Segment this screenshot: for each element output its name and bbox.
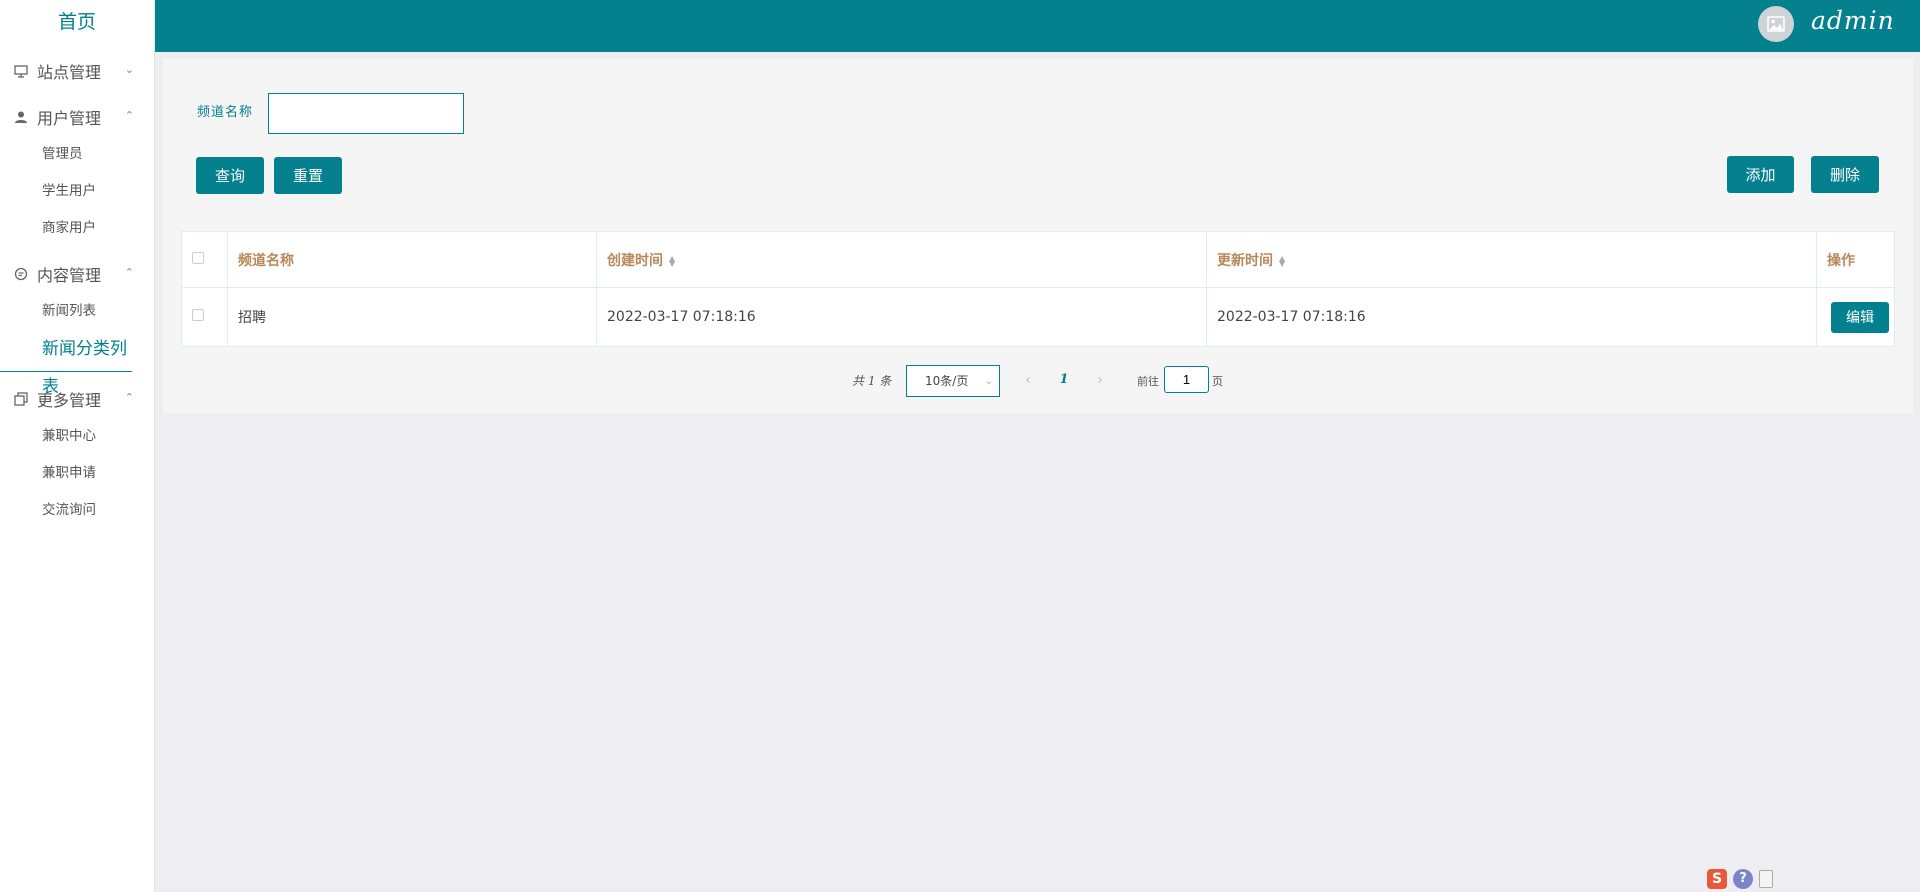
menu-group-more: 更多管理 ⌃ 兼职中心 兼职申请 交流询问 (0, 380, 154, 529)
column-header-updated[interactable]: 更新时间 ▲ ▼ (1206, 231, 1817, 288)
delete-button[interactable]: 删除 (1811, 156, 1879, 193)
chat-icon (13, 266, 29, 282)
menu-site-management-label: 站点管理 (37, 63, 102, 82)
sidebar-item-merchant-users[interactable]: 商家用户 (0, 210, 154, 247)
column-header-updated-label: 更新时间 (1217, 252, 1273, 269)
page-jump-input[interactable] (1164, 366, 1209, 393)
sidebar-item-news-category-list[interactable]: 新闻分类列表 (0, 330, 132, 397)
monitor-icon (13, 63, 29, 79)
home-link[interactable]: 首页 (0, 0, 154, 44)
menu-more-management-label: 更多管理 (37, 391, 102, 410)
sidebar-item-part-time-application[interactable]: 兼职申请 (0, 455, 154, 492)
sort-icon[interactable]: ▲ ▼ (1279, 254, 1285, 267)
column-header-actions: 操作 (1816, 231, 1895, 288)
chevron-up-icon: ⌃ (124, 109, 134, 122)
add-button[interactable]: 添加 (1727, 156, 1794, 193)
menu-more-management[interactable]: 更多管理 ⌃ (0, 380, 154, 418)
prev-page-button[interactable]: ‹ (1014, 366, 1042, 394)
next-page-button[interactable]: › (1086, 366, 1114, 394)
edit-button[interactable]: 编辑 (1831, 301, 1889, 333)
chevron-down-icon: ⌄ (124, 63, 134, 76)
chevron-left-icon: ‹ (1025, 372, 1031, 388)
top-header (155, 0, 1920, 52)
search-label: 频道名称 (197, 105, 254, 120)
page-size-value: 10条/页 (925, 374, 969, 388)
menu-content-management-label: 内容管理 (37, 266, 102, 285)
page-number[interactable]: 1 (1050, 366, 1078, 394)
select-all-checkbox[interactable] (192, 251, 204, 264)
menu-group-content: 内容管理 ⌃ 新闻列表 新闻分类列表 (0, 255, 154, 397)
search-input[interactable] (268, 93, 464, 134)
expand-icon[interactable] (1759, 869, 1773, 888)
sidebar-item-student-users[interactable]: 学生用户 (0, 173, 154, 210)
cell-created: 2022-03-17 07:18:16 (596, 287, 1207, 347)
sidebar-item-part-time-center[interactable]: 兼职中心 (0, 418, 154, 455)
reset-button[interactable]: 重置 (274, 157, 342, 194)
image-icon (1767, 16, 1785, 32)
page-suffix: 页 (1212, 375, 1223, 388)
cell-updated: 2022-03-17 07:18:16 (1206, 287, 1817, 347)
data-table: 频道名称 创建时间 ▲ ▼ 更新时间 ▲ ▼ 操作 招聘 2022-03-17 07:1… (181, 231, 1895, 347)
chevron-down-icon: ⌄ (984, 376, 993, 387)
user-icon (13, 109, 29, 125)
menu-user-management-label: 用户管理 (37, 109, 102, 128)
table-row: 招聘 2022-03-17 07:18:16 2022-03-17 07:18:… (181, 287, 1895, 347)
menu-group-users: 用户管理 ⌃ 管理员 学生用户 商家用户 (0, 98, 154, 247)
chevron-right-icon: › (1097, 372, 1103, 388)
sort-icon[interactable]: ▲ ▼ (669, 254, 675, 267)
copy-icon (13, 391, 29, 407)
menu-site-management[interactable]: 站点管理 ⌄ (0, 52, 154, 90)
query-button[interactable]: 查询 (196, 157, 264, 194)
chevron-up-icon: ⌃ (124, 391, 134, 404)
username[interactable]: admin (1811, 6, 1895, 35)
sidebar-item-admin[interactable]: 管理员 (0, 136, 154, 173)
goto-label: 前往 (1137, 375, 1159, 388)
menu-group-site: 站点管理 ⌄ (0, 52, 154, 90)
sidebar-item-inquiry[interactable]: 交流询问 (0, 492, 154, 529)
chevron-up-icon: ⌃ (124, 266, 134, 279)
avatar[interactable] (1758, 6, 1794, 42)
help-icon[interactable]: ? (1733, 868, 1753, 889)
column-header-created[interactable]: 创建时间 ▲ ▼ (596, 231, 1207, 288)
cell-actions: 编辑 (1816, 287, 1895, 347)
column-header-created-label: 创建时间 (607, 252, 663, 269)
table-header-row: 频道名称 创建时间 ▲ ▼ 更新时间 ▲ ▼ 操作 (181, 231, 1895, 288)
system-tray: S ? (1707, 865, 1773, 892)
sidebar: 首页 站点管理 ⌄ 用户管理 ⌃ 管理员 学生用户 商家用户 内容管理 ⌃ 新闻… (0, 0, 155, 892)
cell-name: 招聘 (227, 287, 597, 347)
pagination-total: 共 1 条 (852, 374, 892, 388)
row-checkbox[interactable] (192, 309, 204, 321)
menu-user-management[interactable]: 用户管理 ⌃ (0, 98, 154, 136)
select-all-cell (181, 231, 228, 288)
sidebar-item-news-list[interactable]: 新闻列表 (0, 293, 154, 330)
menu-content-management[interactable]: 内容管理 ⌃ (0, 255, 154, 293)
page-size-select[interactable]: 10条/页 ⌄ (906, 365, 1000, 397)
input-method-icon[interactable]: S (1707, 868, 1727, 889)
column-header-name: 频道名称 (227, 231, 597, 288)
row-select-cell (181, 287, 228, 347)
